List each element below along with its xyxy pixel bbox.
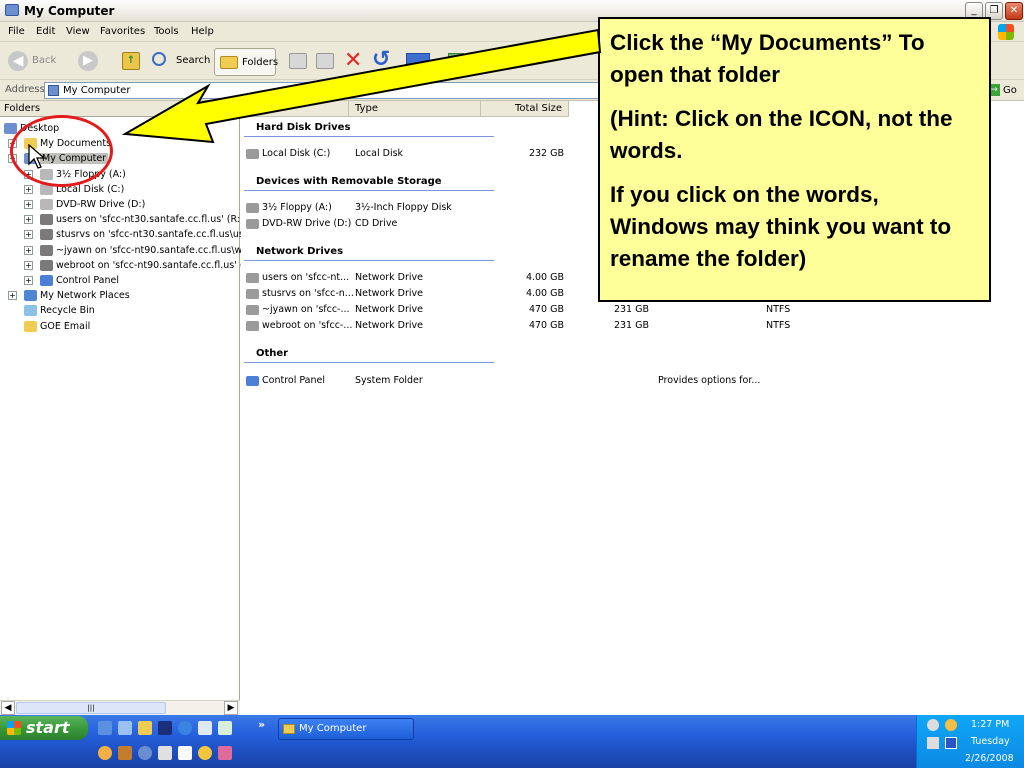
- clock-date: 2/26/2008: [965, 753, 1014, 764]
- system-tray: 1:27 PM Tuesday 2/26/2008: [916, 715, 1024, 768]
- browser-icon[interactable]: [178, 721, 192, 735]
- messenger-tray-icon[interactable]: [945, 719, 957, 731]
- explorer-icon[interactable]: [138, 721, 152, 735]
- folder-icon: [283, 724, 295, 734]
- quick-launch: [96, 718, 246, 764]
- player-icon[interactable]: [138, 746, 152, 760]
- media-icon[interactable]: [118, 746, 132, 760]
- paint-icon[interactable]: [178, 746, 192, 760]
- windows-flag-icon: [7, 721, 21, 735]
- app-icon[interactable]: [158, 721, 172, 735]
- clock-day: Tuesday: [971, 736, 1010, 747]
- start-button[interactable]: start: [0, 716, 88, 740]
- quick-launch-expand-icon[interactable]: »: [258, 718, 265, 731]
- volume-icon[interactable]: [927, 737, 939, 749]
- ie-icon[interactable]: [98, 721, 112, 735]
- messenger-icon[interactable]: [98, 746, 112, 760]
- highlight-oval: [10, 115, 113, 187]
- taskbar-button-my-computer[interactable]: My Computer: [278, 718, 414, 740]
- yellow-arrow-shape: [121, 28, 602, 144]
- media-player-icon[interactable]: [218, 746, 232, 760]
- security-icon[interactable]: [945, 737, 957, 749]
- pointer-arrow: [121, 28, 602, 144]
- word-icon[interactable]: [198, 721, 212, 735]
- smiley-icon[interactable]: [198, 746, 212, 760]
- clock-time[interactable]: 1:27 PM: [971, 719, 1009, 730]
- notepad-icon[interactable]: [118, 721, 132, 735]
- mouse-cursor-icon: [28, 144, 46, 169]
- excel-icon[interactable]: [218, 721, 232, 735]
- network-icon[interactable]: [927, 719, 939, 731]
- tool-icon[interactable]: [158, 746, 172, 760]
